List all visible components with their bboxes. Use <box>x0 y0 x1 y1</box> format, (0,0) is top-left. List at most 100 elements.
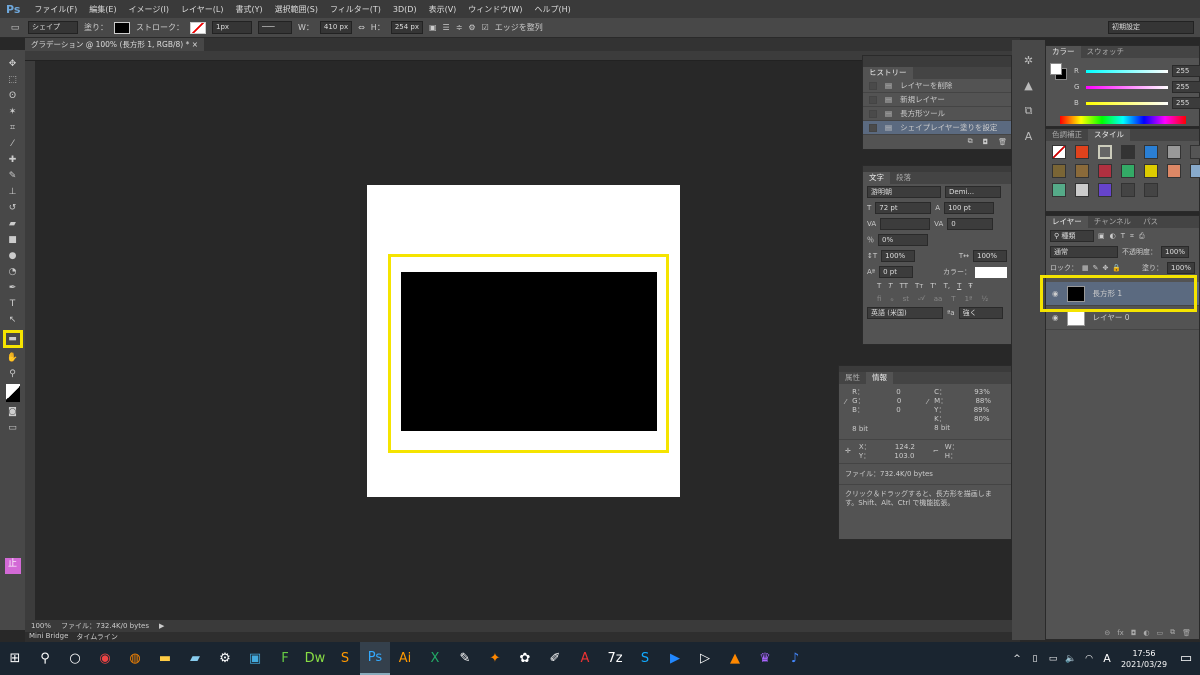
fill-swatch[interactable] <box>114 21 130 34</box>
menu-edit[interactable]: 編集(E) <box>83 4 122 15</box>
illustrator-icon[interactable]: Ai <box>390 642 420 675</box>
underline-button[interactable]: T <box>957 282 961 290</box>
quick-mask-icon[interactable]: ◙ <box>6 406 20 418</box>
style-swatch[interactable] <box>1121 145 1135 159</box>
healing-brush-icon[interactable]: ✚ <box>6 154 20 166</box>
kerning-input[interactable] <box>880 218 931 230</box>
battery-icon[interactable]: ▭ <box>1044 642 1062 675</box>
fraction-icon[interactable]: ½ <box>981 295 988 303</box>
settings-icon[interactable]: ⚙ <box>210 642 240 675</box>
trash-icon[interactable]: 🗑 <box>1182 629 1191 637</box>
width-input[interactable]: 410 px <box>319 21 353 34</box>
history-brush-icon[interactable]: ↺ <box>6 202 20 214</box>
tab-styles[interactable]: スタイル <box>1088 129 1130 141</box>
excel-icon[interactable]: X <box>420 642 450 675</box>
new-layer-icon[interactable]: ⧉ <box>1170 628 1175 637</box>
style-swatch[interactable] <box>1144 164 1158 178</box>
path-select-icon[interactable]: ↖ <box>6 314 20 326</box>
sublime-icon[interactable]: S <box>330 642 360 675</box>
text-color-swatch[interactable] <box>975 266 1007 278</box>
menu-3d[interactable]: 3D(D) <box>387 5 423 14</box>
document-tab[interactable]: グラデーション @ 100% (長方形 1, RGB/8) * × <box>25 38 205 51</box>
app-icon[interactable]: ✎ <box>450 642 480 675</box>
tsume-input[interactable]: 0% <box>878 234 928 246</box>
ordinal-icon[interactable]: 1ª <box>965 295 973 303</box>
style-swatch[interactable] <box>1052 164 1066 178</box>
foreground-color-swatch[interactable] <box>1050 63 1062 75</box>
style-swatch[interactable] <box>1144 183 1158 197</box>
style-none[interactable] <box>1052 145 1066 159</box>
faux-italic-button[interactable]: T <box>888 282 892 290</box>
blur-tool-icon[interactable]: ● <box>6 250 20 262</box>
style-swatch[interactable] <box>1167 145 1181 159</box>
volume-icon[interactable]: 🔈 <box>1062 642 1080 675</box>
superscript-button[interactable]: T' <box>930 282 936 290</box>
baseline-shift-input[interactable]: 0 pt <box>879 266 914 278</box>
fx-icon[interactable]: fx <box>1117 629 1124 637</box>
tab-character[interactable]: 文字 <box>863 172 890 184</box>
dreamweaver-icon[interactable]: Dw <box>300 642 330 675</box>
pen-tool-icon[interactable]: ✒ <box>6 282 20 294</box>
plugin-icon[interactable]: 止 <box>4 558 21 574</box>
workspace-select[interactable]: 初期設定 <box>1108 21 1194 34</box>
skype-icon[interactable]: S <box>630 642 660 675</box>
menu-type[interactable]: 書式(Y) <box>229 4 268 15</box>
swash-icon[interactable]: 𝒜 <box>918 294 925 303</box>
hand-tool-icon[interactable]: ✋ <box>6 352 20 364</box>
filter-icons[interactable]: ▣◐T⌗⎙ <box>1098 232 1150 241</box>
faux-bold-button[interactable]: T <box>877 282 881 290</box>
zoom-tool-icon[interactable]: ⚲ <box>6 368 20 380</box>
gear-icon[interactable]: ⚙ <box>468 23 475 32</box>
history-item[interactable]: ▤ 長方形ツール <box>863 107 1011 121</box>
7zip-icon[interactable]: 7z <box>600 642 630 675</box>
anti-alias-select[interactable]: 強く <box>958 307 1003 319</box>
music-icon[interactable]: ♪ <box>780 642 810 675</box>
ime-indicator[interactable]: A <box>1098 642 1116 675</box>
dodge-tool-icon[interactable]: ◔ <box>6 266 20 278</box>
style-swatch[interactable] <box>1121 183 1135 197</box>
horizontal-scale-input[interactable]: 100% <box>973 250 1007 262</box>
color-spectrum-bar[interactable] <box>1060 116 1186 124</box>
style-swatch[interactable] <box>1190 164 1200 178</box>
paint-icon[interactable]: ✐ <box>540 642 570 675</box>
marquee-tool-icon[interactable]: ⬚ <box>6 74 20 86</box>
status-menu-arrow-icon[interactable]: ▶ <box>159 622 164 630</box>
style-swatch[interactable] <box>1167 164 1181 178</box>
style-swatch[interactable] <box>1052 183 1066 197</box>
eraser-icon[interactable]: ▰ <box>6 218 20 230</box>
tab-channels[interactable]: チャンネル <box>1088 216 1137 228</box>
vertical-scale-input[interactable]: 100% <box>881 250 916 262</box>
red-input[interactable]: 255 <box>1172 65 1200 77</box>
video-icon[interactable]: ▷ <box>690 642 720 675</box>
character-styles-icon[interactable]: A <box>1025 130 1033 143</box>
leading-input[interactable]: 100 pt <box>944 202 995 214</box>
move-tool-icon[interactable]: ✥ <box>6 58 20 70</box>
rectangle-tool-icon[interactable]: ▬ <box>2 330 23 348</box>
tab-paths[interactable]: パス <box>1137 216 1164 228</box>
butterfly-icon[interactable]: ✦ <box>480 642 510 675</box>
stylistic-icon[interactable]: aa <box>934 295 943 303</box>
brush-tool-icon[interactable]: ✎ <box>6 170 20 182</box>
tab-history[interactable]: ヒストリー <box>863 67 913 79</box>
blue-input[interactable]: 255 <box>1172 97 1200 109</box>
green-input[interactable]: 255 <box>1172 81 1200 93</box>
layer-filter-select[interactable]: ⚲ 種類 <box>1050 230 1094 242</box>
opacity-input[interactable]: 100% <box>1161 246 1190 258</box>
style-swatch[interactable] <box>1144 145 1158 159</box>
height-input[interactable]: 254 px <box>390 21 423 34</box>
red-slider[interactable] <box>1086 69 1168 73</box>
style-swatch[interactable] <box>1075 145 1089 159</box>
menu-window[interactable]: ウィンドウ(W) <box>462 4 528 15</box>
task-view-icon[interactable]: ○ <box>60 642 90 675</box>
tab-layers[interactable]: レイヤー <box>1046 216 1088 228</box>
all-caps-button[interactable]: TT <box>900 282 908 290</box>
tracking-input[interactable]: 0 <box>947 218 994 230</box>
notepad-icon[interactable]: ▰ <box>180 642 210 675</box>
screen-mode-icon[interactable]: ▭ <box>6 422 20 434</box>
zoom-level[interactable]: 100% <box>31 622 51 630</box>
tab-info[interactable]: 情報 <box>866 372 893 384</box>
path-operations-icon[interactable]: ▣ <box>429 23 437 32</box>
tab-timeline[interactable]: タイムライン <box>76 632 118 642</box>
windows-start-icon[interactable]: ⊞ <box>0 642 30 675</box>
link-icon[interactable]: ⇔ <box>358 23 365 32</box>
